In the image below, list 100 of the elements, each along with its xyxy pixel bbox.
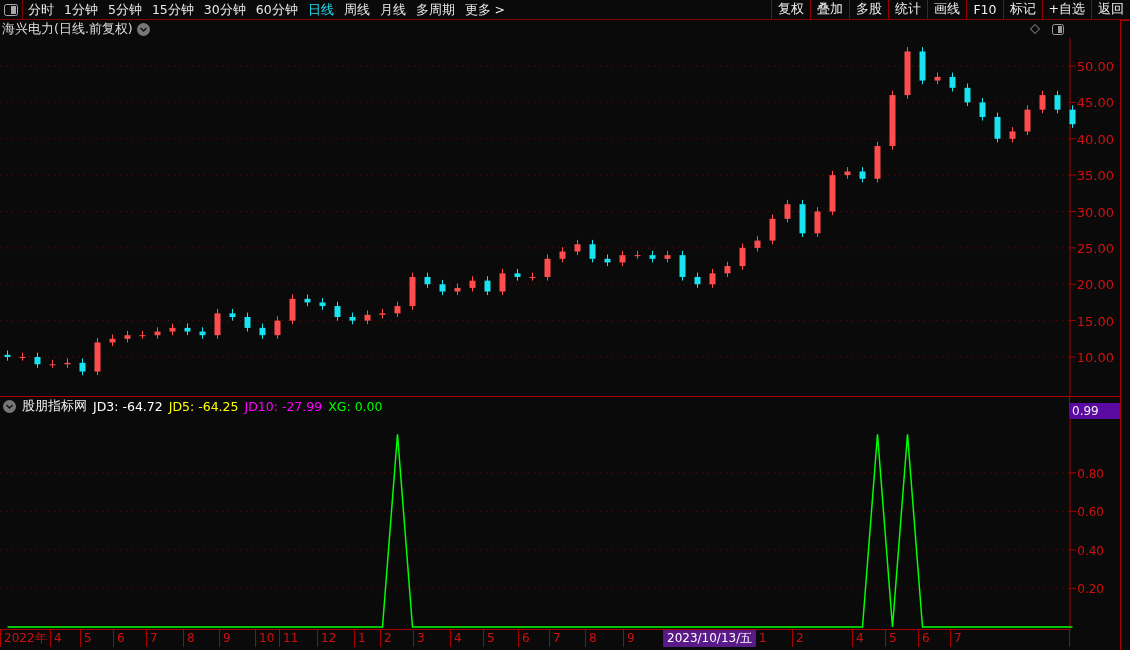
candlestick	[454, 283, 461, 296]
date-label: 5	[483, 630, 498, 647]
candlestick	[724, 261, 731, 278]
axis-label: 40.00	[1076, 131, 1114, 147]
date-label: 6	[518, 630, 533, 647]
axis-label: 10.00	[1076, 350, 1114, 365]
candlestick	[199, 326, 206, 340]
candlestick	[484, 275, 491, 296]
date-label: 8	[585, 630, 600, 647]
date-label: 4	[852, 630, 867, 647]
axis-label: 0.80	[1077, 466, 1104, 481]
axis-label: 15.00	[1076, 313, 1114, 329]
candlestick	[229, 308, 236, 322]
candlestick	[1009, 126, 1016, 143]
candlestick	[709, 268, 716, 289]
date-label: 6	[918, 630, 933, 647]
axis-label: 20.00	[1076, 277, 1114, 293]
candlestick	[514, 268, 521, 282]
date-label: 2	[380, 630, 395, 647]
candlestick	[844, 166, 851, 180]
date-label: 7	[950, 630, 965, 647]
date-label: 8	[183, 630, 198, 647]
candlestick	[424, 272, 431, 289]
candlestick	[784, 199, 791, 223]
candlestick	[754, 235, 761, 252]
axis-label: 0.60	[1077, 505, 1104, 520]
cursor-value-label: 0.99	[1070, 403, 1120, 419]
candlestick	[289, 293, 296, 325]
period-tab[interactable]: 月线	[374, 0, 411, 19]
date-label: 2022年	[0, 630, 50, 647]
candlestick	[1069, 104, 1076, 129]
candlestick	[919, 46, 926, 85]
indicator-reading: JD10: -27.99	[244, 398, 323, 414]
date-label: 9	[219, 630, 234, 647]
date-label: 2023/10/13/五	[663, 630, 756, 647]
candlestick	[274, 315, 281, 340]
axis-label: 25.00	[1076, 240, 1114, 256]
panel-toggle-icon[interactable]	[4, 3, 18, 16]
candlestick	[334, 301, 341, 322]
candlestick	[859, 166, 866, 183]
candlestick	[604, 253, 611, 267]
candlestick	[904, 46, 911, 100]
candlestick	[889, 90, 896, 151]
candlestick	[1039, 90, 1046, 114]
candlestick	[799, 199, 806, 238]
period-tab[interactable]: 更多 >	[459, 0, 511, 19]
indicator-reading: XG: 0.00	[328, 398, 383, 414]
candlestick	[979, 97, 986, 122]
chevron-down-icon[interactable]	[136, 22, 150, 36]
candlestick	[634, 250, 641, 260]
axis-label: 0.20	[1077, 582, 1104, 597]
candlestick	[649, 250, 656, 263]
candlestick	[574, 239, 581, 256]
candlestick	[214, 308, 221, 340]
period-tab[interactable]: 分时	[23, 0, 59, 19]
period-tab[interactable]: 15分钟	[146, 0, 199, 19]
candlestick	[679, 250, 686, 282]
candlestick	[34, 352, 41, 369]
candlestick	[829, 170, 836, 216]
date-label: 4	[450, 630, 465, 647]
date-label: 5	[885, 630, 900, 647]
period-tab[interactable]: 多周期	[410, 0, 460, 19]
candlestick	[139, 330, 146, 340]
candlestick	[64, 357, 71, 369]
candlestick	[559, 246, 566, 263]
date-label: 3	[413, 630, 428, 647]
candlestick	[154, 326, 161, 340]
candlestick	[379, 308, 386, 319]
candlestick	[694, 272, 701, 289]
period-tab[interactable]: 30分钟	[198, 0, 251, 19]
period-tab[interactable]: 1分钟	[59, 0, 103, 19]
date-label: 1	[354, 630, 369, 647]
date-label: 4	[50, 630, 65, 647]
indicator-reading: JD5: -64.25	[168, 398, 239, 414]
candlestick	[469, 275, 476, 293]
candlestick	[349, 312, 356, 325]
candlestick	[409, 272, 416, 311]
candlestick	[304, 293, 311, 307]
panel-toggle-icon[interactable]	[1052, 23, 1064, 35]
candlestick	[664, 250, 671, 263]
candlestick	[499, 268, 506, 296]
date-label: 11	[279, 630, 302, 647]
chevron-down-icon[interactable]	[3, 399, 16, 413]
period-tab[interactable]: 周线	[338, 0, 375, 19]
candlestick	[184, 323, 191, 336]
candlestick	[544, 253, 551, 282]
period-tab[interactable]: 日线	[302, 0, 339, 19]
date-label: 9	[623, 630, 638, 647]
date-label: 7	[146, 630, 161, 647]
period-tab[interactable]: 60分钟	[250, 0, 303, 19]
period-tab[interactable]: 5分钟	[102, 0, 147, 19]
axis-label: 0.40	[1077, 543, 1104, 558]
diamond-icon[interactable]	[1030, 24, 1040, 34]
candlestick	[109, 333, 116, 347]
axis-label: 45.00	[1076, 95, 1114, 111]
axis-label: 30.00	[1076, 204, 1114, 220]
date-label: 12	[317, 630, 340, 647]
candlestick	[49, 359, 56, 369]
axis-label: 50.00	[1076, 59, 1114, 74]
candlestick	[1054, 90, 1061, 114]
